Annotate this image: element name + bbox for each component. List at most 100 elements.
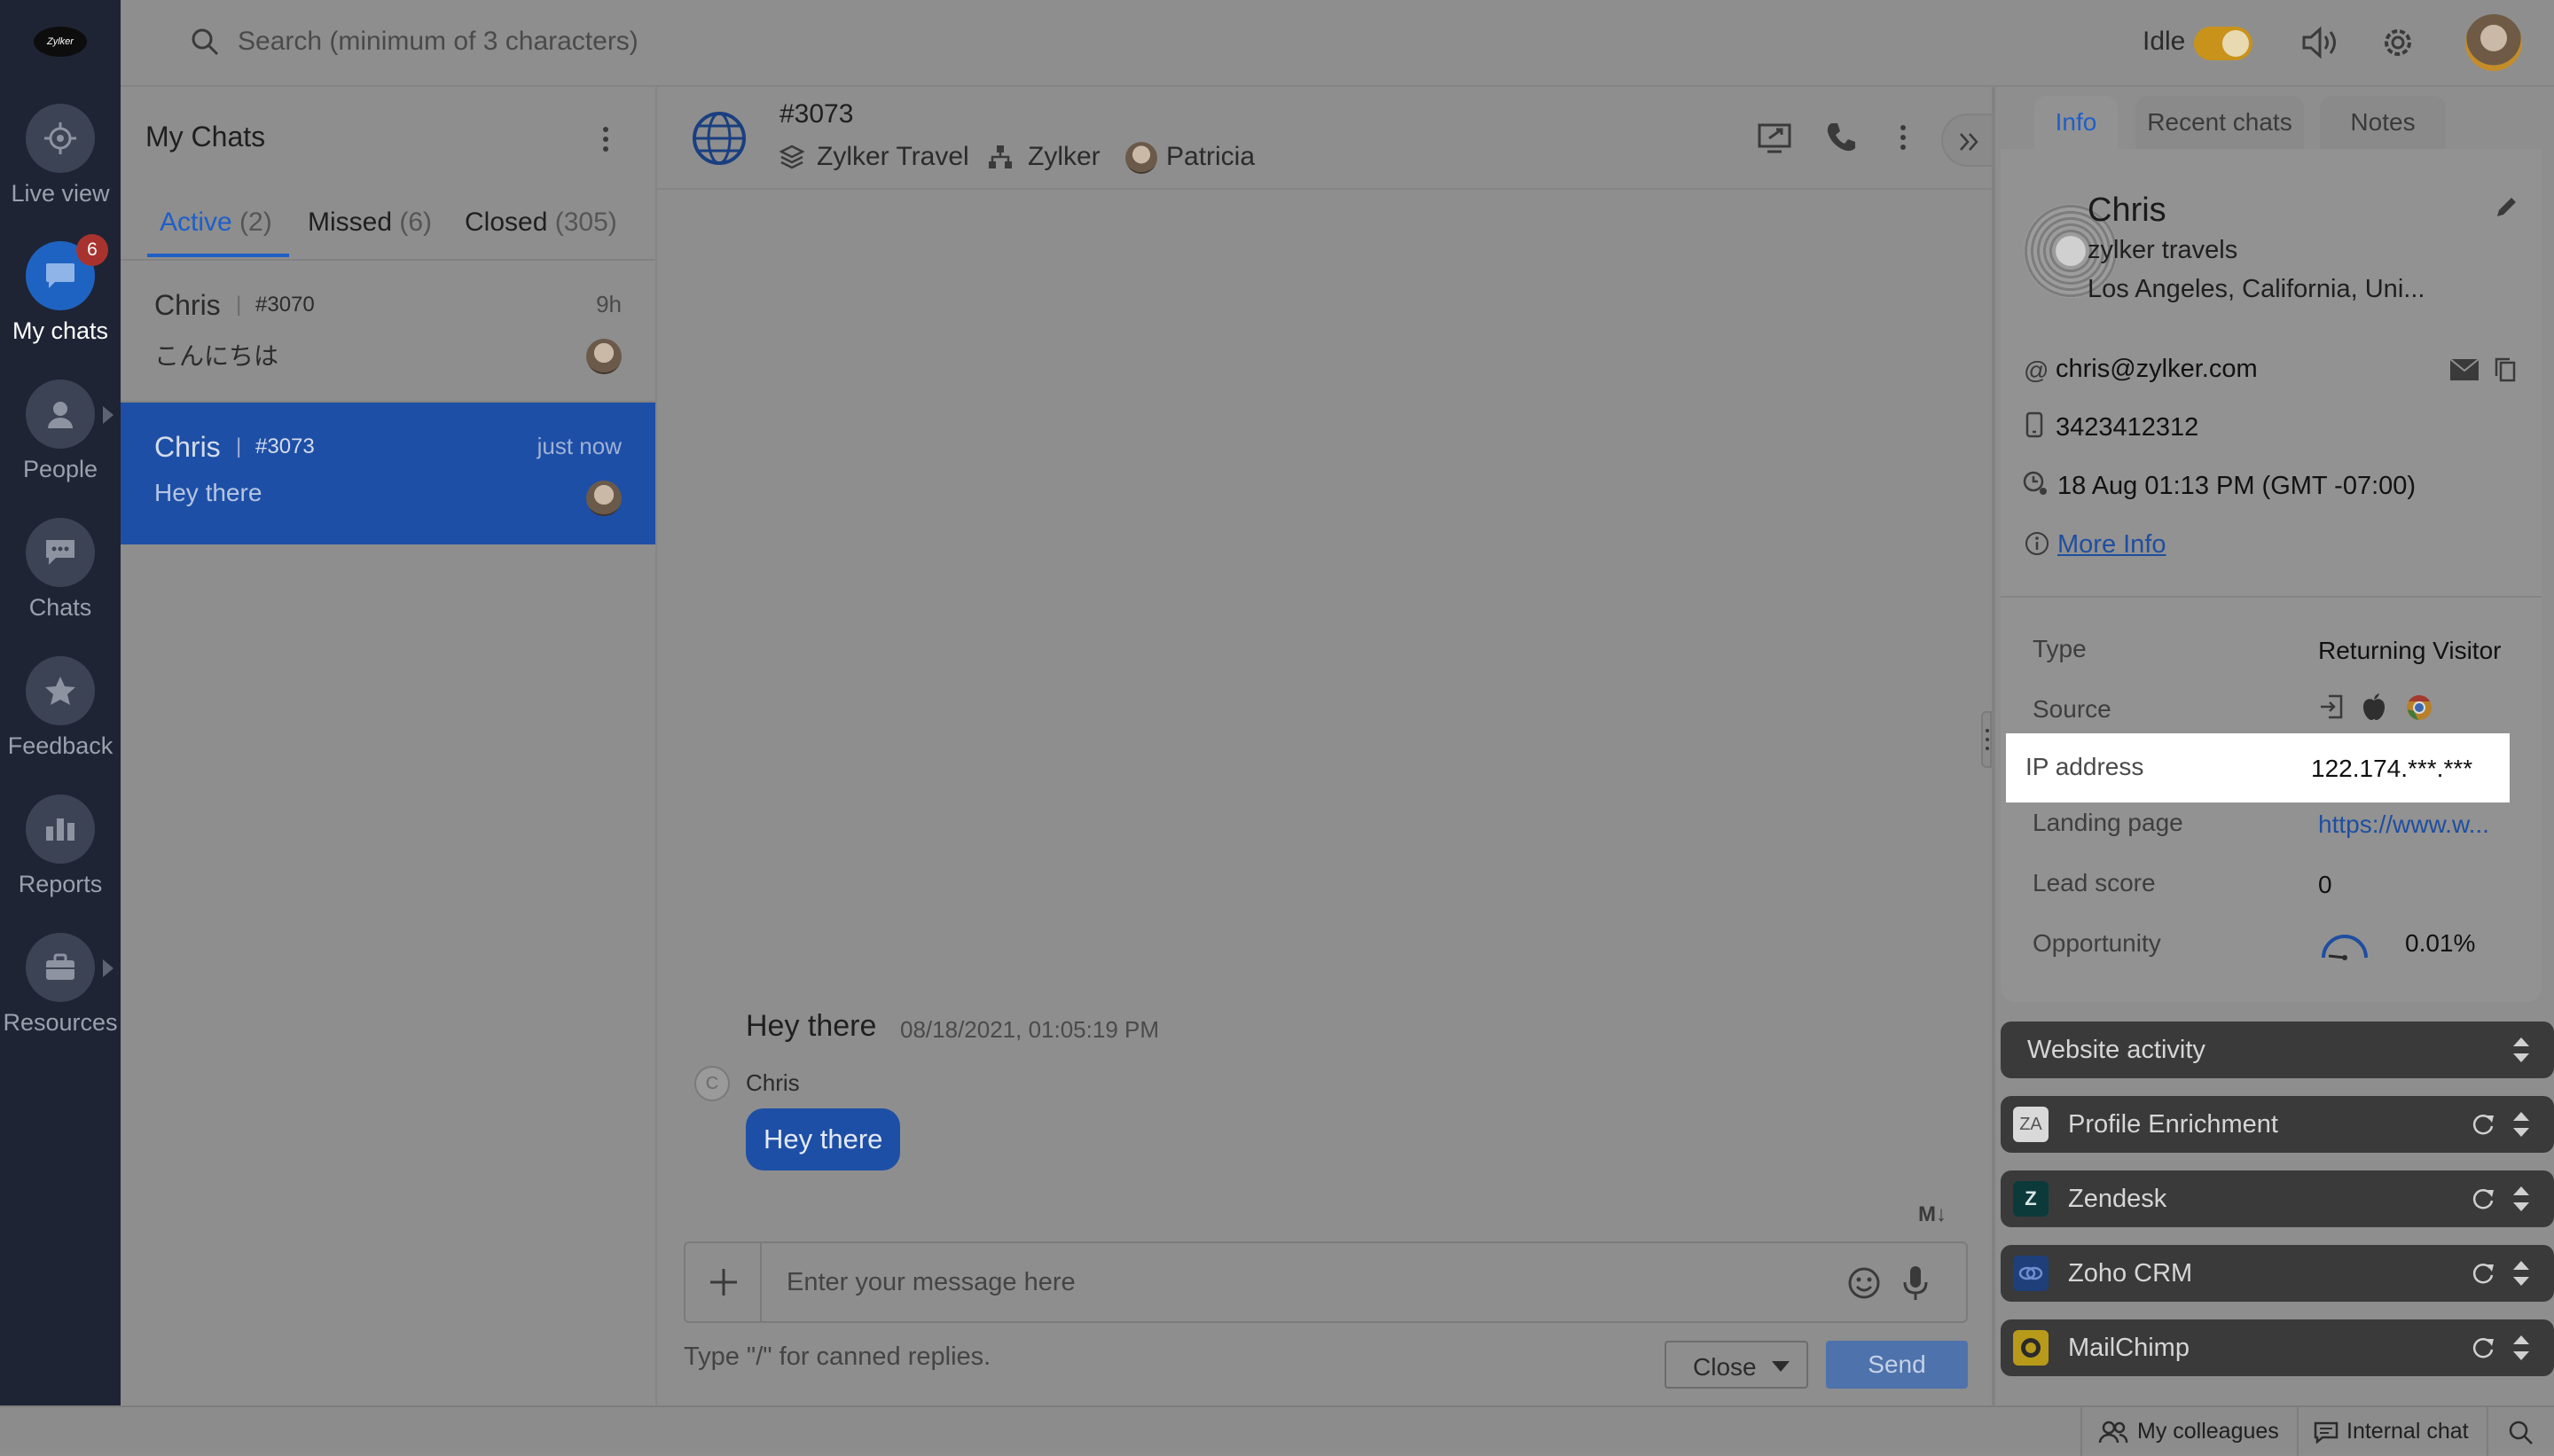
pencil-icon[interactable] <box>2494 193 2520 224</box>
tab-recent-chats[interactable]: Recent chats <box>2135 96 2304 149</box>
section-label: Profile Enrichment <box>2068 1110 2278 1139</box>
visitor-name: Chris <box>2088 192 2166 229</box>
more-options-icon[interactable] <box>1899 124 1908 155</box>
tab-closed[interactable]: Closed (305) <box>465 207 617 238</box>
idle-toggle[interactable] <box>2194 27 2252 60</box>
message-composer: Enter your message here <box>684 1241 1968 1323</box>
nav-item-resources[interactable]: Resources <box>0 933 121 1066</box>
brand-label: Zylker <box>1028 142 1101 171</box>
refresh-icon[interactable] <box>2471 1261 2495 1286</box>
gear-icon[interactable] <box>2378 23 2417 67</box>
tab-active[interactable]: Active (2) <box>160 207 272 238</box>
brand-logo: Zylker <box>34 27 87 57</box>
refresh-icon[interactable] <box>2471 1186 2495 1211</box>
visitor-phone: 3423412312 <box>2056 413 2199 442</box>
agent-avatar <box>586 481 622 516</box>
nav-label: My chats <box>12 317 109 344</box>
user-avatar[interactable] <box>2465 14 2522 71</box>
microphone-icon[interactable] <box>1902 1264 1929 1306</box>
zendesk-section[interactable]: Z Zendesk <box>2001 1170 2554 1227</box>
my-colleagues-button[interactable]: My colleagues <box>2080 1407 2297 1456</box>
detail-label-ip-address: IP address <box>2025 753 2144 780</box>
caret-down-icon <box>1772 1361 1790 1372</box>
nav-label: Feedback <box>7 732 114 759</box>
nav-item-live-view[interactable]: Live view <box>0 104 121 237</box>
section-label: MailChimp <box>2068 1334 2190 1362</box>
internal-chat-button[interactable]: Internal chat <box>2297 1407 2487 1456</box>
at-icon: @ <box>2024 356 2049 384</box>
chat-list-item[interactable]: Chris | #3070 9h こんにちは <box>121 261 655 403</box>
tab-missed[interactable]: Missed (6) <box>308 207 432 238</box>
tab-notes[interactable]: Notes <box>2320 96 2446 149</box>
search-input[interactable]: Search (minimum of 3 characters) <box>238 27 638 57</box>
bottom-bar: My colleagues Internal chat <box>0 1405 2554 1456</box>
zoho-crm-section[interactable]: Zoho CRM <box>2001 1245 2554 1302</box>
conversation-panel: #3073 Zylker Travel Zylker Patricia Hey … <box>657 87 1994 1405</box>
detail-label-opportunity: Opportunity <box>2033 929 2161 957</box>
copy-icon[interactable] <box>2494 356 2517 387</box>
nav-item-feedback[interactable]: Feedback <box>0 656 121 789</box>
profile-enrichment-icon: ZA <box>2013 1107 2049 1142</box>
layers-icon <box>779 144 805 175</box>
close-chat-dropdown[interactable]: Close <box>1665 1341 1808 1389</box>
detail-value-opportunity: 0.01% <box>2405 929 2476 957</box>
markdown-badge[interactable]: M↓ <box>1918 1202 1947 1227</box>
mailchimp-section[interactable]: MailChimp <box>2001 1319 2554 1376</box>
nav-item-reports[interactable]: Reports <box>0 795 121 928</box>
chat-time: 9h <box>596 291 622 317</box>
person-icon <box>26 380 95 449</box>
visitor-name: Chris <box>154 289 221 321</box>
visitor-info-card: Chris zylker travels Los Angeles, Califo… <box>2001 149 2542 1002</box>
more-info-link[interactable]: More Info <box>2057 530 2166 560</box>
phone-icon[interactable] <box>1824 121 1858 159</box>
chrome-icon <box>2405 693 2433 726</box>
chat-list-item-selected[interactable]: Chris | #3073 just now Hey there <box>121 403 655 544</box>
refresh-icon[interactable] <box>2471 1112 2495 1137</box>
nav-item-my-chats[interactable]: 6 My chats <box>0 234 121 374</box>
separator: | <box>236 293 242 317</box>
chats-icon <box>26 518 95 587</box>
speaker-icon[interactable] <box>2300 25 2345 65</box>
double-chevron-right-icon <box>1960 133 1978 151</box>
more-options-icon[interactable] <box>601 126 610 157</box>
expand-caret-icon[interactable] <box>103 959 114 977</box>
visitor-email[interactable]: chris@zylker.com <box>2056 355 2258 384</box>
refresh-icon[interactable] <box>2471 1335 2495 1360</box>
profile-enrichment-section[interactable]: ZA Profile Enrichment <box>2001 1096 2554 1153</box>
emoji-icon[interactable] <box>1847 1266 1881 1304</box>
website-activity-section[interactable]: Website activity <box>2001 1022 2554 1078</box>
tab-count: (305) <box>554 207 617 237</box>
detail-value-ip-address: 122.174.***.*** <box>2311 755 2473 782</box>
detail-value-landing-page[interactable]: https://www.w... <box>2318 810 2489 839</box>
org-icon <box>987 144 1014 175</box>
status-label: Idle <box>2143 27 2186 56</box>
tab-count: (2) <box>239 207 272 237</box>
agent-avatar <box>1125 142 1157 174</box>
colleagues-label: My colleagues <box>2137 1419 2279 1444</box>
send-button[interactable]: Send <box>1826 1341 1968 1389</box>
nav-item-chats[interactable]: Chats <box>0 518 121 651</box>
share-screen-icon[interactable] <box>1757 121 1794 159</box>
resize-handle[interactable] <box>1981 711 1992 768</box>
bottom-search-button[interactable] <box>2487 1407 2554 1456</box>
mail-icon[interactable] <box>2449 358 2480 386</box>
nav-item-people[interactable]: People <box>0 380 121 513</box>
expand-caret-icon[interactable] <box>103 406 114 424</box>
tab-underline <box>147 254 289 257</box>
attach-button[interactable] <box>686 1243 762 1321</box>
collapse-panel-button[interactable] <box>1941 114 1994 167</box>
sort-arrows-icon <box>2513 1112 2529 1137</box>
sender-name: Chris <box>746 1069 800 1096</box>
agent-avatar <box>586 339 622 374</box>
chat-list-panel: My Chats Active (2) Missed (6) Closed (3… <box>121 87 657 1405</box>
search-icon <box>190 27 220 61</box>
nav-label: Resources <box>3 1009 118 1036</box>
tab-info[interactable]: Info <box>2034 96 2118 149</box>
divider <box>2001 596 2542 598</box>
detail-label-type: Type <box>2033 635 2087 662</box>
sort-arrows-icon <box>2513 1186 2529 1211</box>
detail-label-source: Source <box>2033 695 2111 723</box>
mobile-icon <box>2025 411 2043 442</box>
message-input[interactable]: Enter your message here <box>787 1268 1076 1297</box>
globe-icon <box>691 110 748 171</box>
